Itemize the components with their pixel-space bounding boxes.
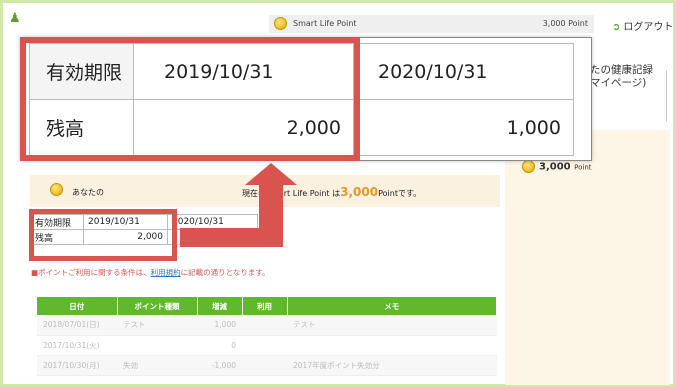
banner-ha: は — [332, 189, 341, 198]
row-memo — [287, 335, 497, 356]
row-date: 2018/07/01(日) — [37, 315, 117, 336]
side-points-value: 3,000 — [539, 161, 571, 173]
callout-arrow-head — [245, 163, 297, 185]
row-use — [242, 315, 287, 336]
health-record-line1: たの健康記録 — [590, 64, 653, 76]
side-points: 3,000 Point — [522, 160, 592, 173]
callout-arrow-bar — [180, 228, 283, 247]
table-row: 2017/10/31(火) 0 — [37, 335, 497, 356]
row-change: 1,000 — [197, 315, 242, 336]
history-header: メモ — [287, 297, 497, 315]
health-record-line2: マイページ) — [590, 77, 647, 89]
table-row: 2017/10/30(月) 失効 -1,000 2017年度ポイント失効分 — [37, 355, 497, 376]
row-type — [117, 335, 197, 356]
coin-icon — [50, 183, 63, 196]
row-change: 0 — [197, 335, 242, 356]
large-expiry-date-2: 2020/10/31 — [353, 43, 574, 100]
logout-link[interactable]: ➲ ログアウト — [612, 18, 673, 33]
banner-prefix: あなたの — [72, 188, 104, 197]
row-memo: テスト — [287, 315, 497, 336]
terms-note: ■ポイントご利用に関する条件は、利用規約に記載の通りとなります。 — [31, 267, 270, 278]
smart-life-point-bar: Smart Life Point 3,000 Point — [269, 15, 594, 33]
large-balance-2: 1,000 — [353, 99, 574, 156]
coin-icon — [274, 17, 287, 30]
user-icon: ♟ — [9, 11, 21, 26]
row-type: テスト — [117, 315, 197, 336]
row-use — [242, 335, 287, 356]
highlight-box-small — [29, 209, 177, 261]
callout-arrow-stem — [259, 183, 283, 228]
logout-label: ログアウト — [623, 22, 674, 33]
note-prefix: ■ポイントご利用に関する条件は、 — [31, 268, 151, 277]
banner-middle: 現在のSmart Life Point — [242, 189, 330, 198]
history-header: ポイント種類 — [117, 297, 198, 315]
terms-link[interactable]: 利用規約 — [151, 268, 181, 277]
row-use — [242, 355, 287, 376]
highlight-box-large — [20, 37, 360, 161]
history-header: 利用 — [242, 297, 288, 315]
side-points-unit: Point — [574, 163, 592, 172]
coin-icon — [522, 160, 535, 173]
point-history: 日付 ポイント種類 増減 利用 メモ 2018/07/01(日) テスト 1,0… — [37, 297, 497, 376]
row-type: 失効 — [117, 355, 197, 376]
note-suffix: に記載の通りとなります。 — [180, 268, 270, 277]
logout-icon: ➲ — [612, 22, 621, 33]
row-memo: 2017年度ポイント失効分 — [287, 355, 497, 376]
divider — [666, 70, 667, 122]
table-row: 2018/07/01(日) テスト 1,000 テスト — [37, 315, 497, 336]
banner-amount: 3,000 — [340, 185, 379, 199]
history-header: 日付 — [37, 297, 118, 315]
smart-life-point-label: Smart Life Point — [293, 19, 357, 28]
row-date: 2017/10/30(月) — [37, 355, 117, 376]
row-date: 2017/10/31(火) — [37, 335, 117, 356]
health-record-link[interactable]: たの健康記録 マイページ) — [590, 64, 653, 90]
history-table: 日付 ポイント種類 増減 利用 メモ 2018/07/01(日) テスト 1,0… — [37, 297, 497, 376]
history-header: 増減 — [197, 297, 243, 315]
row-change: -1,000 — [197, 355, 242, 376]
header-points: 3,000 Point — [542, 19, 588, 28]
banner-suffix: Pointです。 — [378, 189, 422, 198]
